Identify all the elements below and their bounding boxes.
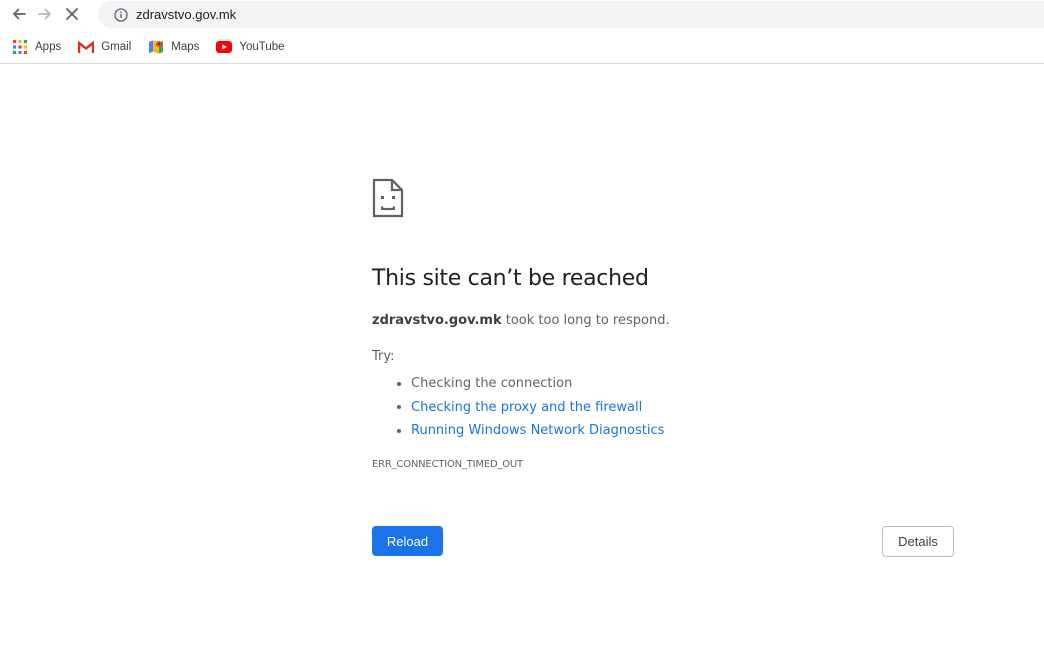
- gmail-icon: [78, 39, 95, 55]
- suggestion-link-diagnostics[interactable]: Running Windows Network Diagnostics: [411, 423, 664, 438]
- info-icon[interactable]: [114, 7, 128, 22]
- reload-button[interactable]: Reload: [372, 526, 443, 556]
- bullet: [397, 381, 401, 386]
- bookmark-label: Maps: [171, 41, 200, 53]
- error-code: ERR_CONNECTION_TIMED_OUT: [372, 459, 523, 470]
- details-button[interactable]: Details: [882, 526, 954, 557]
- bullet: [397, 428, 401, 433]
- suggestion-text: Checking the connection: [411, 376, 573, 392]
- arrow-right-icon: [38, 8, 51, 20]
- maps-icon: [148, 39, 164, 55]
- suggestion-link-proxy[interactable]: Checking the proxy and the firewall: [411, 400, 642, 415]
- bullet: [397, 405, 401, 410]
- error-summary: zdravstvo.gov.mk took too long to respon…: [372, 313, 670, 328]
- stop-button[interactable]: [62, 4, 82, 24]
- bookmark-label: Apps: [35, 41, 62, 53]
- back-button[interactable]: [9, 4, 29, 24]
- address-bar[interactable]: zdravstvo.gov.mk: [98, 1, 1044, 28]
- suggestions-list: Checking the connection Checking the pro…: [372, 372, 664, 443]
- toolbar-divider: [0, 63, 1044, 64]
- error-summary-text: took too long to respond.: [501, 313, 670, 328]
- arrow-left-icon: [13, 8, 26, 20]
- sad-page-icon: [372, 178, 404, 218]
- bookmarks-bar: Apps Gmail Maps YouTube: [0, 33, 1044, 61]
- close-icon: [66, 8, 78, 20]
- youtube-icon: [216, 39, 233, 55]
- bookmark-gmail[interactable]: Gmail: [78, 39, 131, 55]
- bookmark-maps[interactable]: Maps: [148, 39, 199, 55]
- bookmark-label: Gmail: [101, 41, 132, 53]
- browser-toolbar: zdravstvo.gov.mk: [0, 0, 1044, 30]
- suggestion-network-diagnostics[interactable]: Running Windows Network Diagnostics: [372, 419, 664, 443]
- suggestion-check-connection: Checking the connection: [372, 372, 664, 396]
- error-heading: This site can’t be reached: [372, 266, 649, 291]
- bookmark-apps[interactable]: Apps: [12, 39, 61, 55]
- try-label: Try:: [372, 349, 395, 364]
- suggestion-check-proxy[interactable]: Checking the proxy and the firewall: [372, 396, 664, 420]
- bookmark-label: YouTube: [239, 41, 285, 53]
- apps-grid-icon: [12, 39, 28, 55]
- bookmark-youtube[interactable]: YouTube: [216, 39, 285, 55]
- forward-button[interactable]: [35, 4, 55, 24]
- error-host: zdravstvo.gov.mk: [372, 313, 502, 328]
- url-text[interactable]: zdravstvo.gov.mk: [136, 7, 236, 22]
